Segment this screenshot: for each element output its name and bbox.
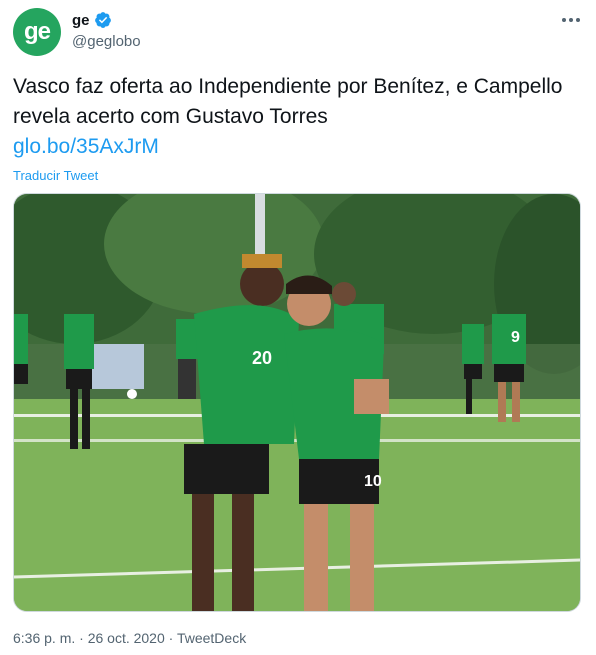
avatar-text: ge — [23, 18, 51, 45]
handle[interactable]: @geglobo — [72, 33, 141, 50]
tweet-link[interactable]: glo.bo/35AxJrM — [13, 132, 159, 162]
jersey-number-left: 20 — [252, 348, 272, 368]
tweet-photo[interactable]: 20 10 9 — [13, 193, 581, 612]
translate-tweet-link[interactable]: Traducir Tweet — [13, 168, 98, 183]
ball — [127, 389, 137, 399]
background-player — [176, 319, 198, 399]
display-name[interactable]: ge — [72, 12, 90, 29]
tweet-text: Vasco faz oferta ao Independiente por Be… — [13, 75, 563, 128]
more-options-icon[interactable] — [561, 10, 581, 30]
shorts-number-right: 10 — [364, 473, 382, 490]
name-row: ge — [72, 11, 141, 29]
author-block: ge @geglobo — [72, 11, 141, 51]
jersey-number-background: 9 — [511, 329, 520, 346]
verified-badge-icon — [94, 12, 111, 28]
football-training-photo: 20 10 9 — [14, 194, 580, 611]
tweet-timestamp[interactable]: 6:36 p. m. · 26 oct. 2020 · TweetDeck — [13, 630, 246, 646]
background-player — [14, 314, 28, 384]
tweet-header: ge ge @geglobo — [13, 8, 583, 56]
avatar[interactable]: ge — [13, 8, 61, 56]
